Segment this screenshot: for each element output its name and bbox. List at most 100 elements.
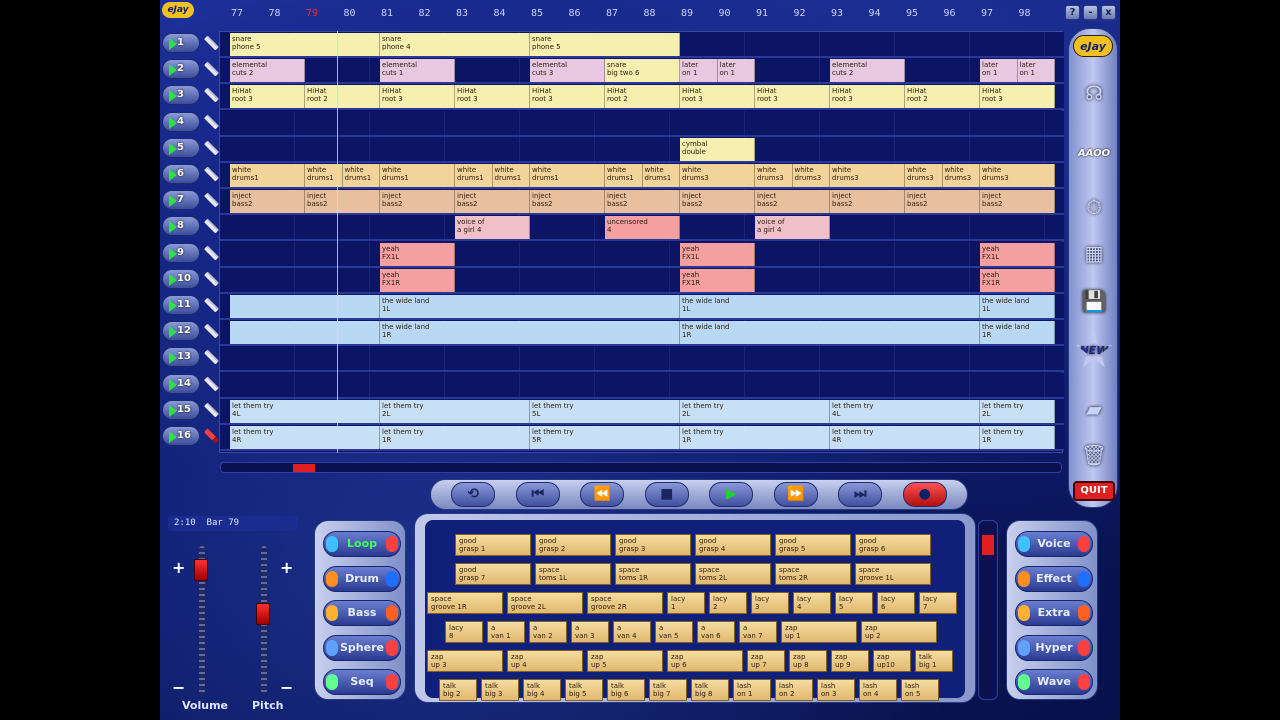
sample-item[interactable]: space toms 1R bbox=[615, 563, 691, 585]
bar-number[interactable]: 94 bbox=[865, 8, 885, 19]
sample-item[interactable]: zap up10 bbox=[873, 650, 911, 672]
stopwatch-icon[interactable]: ⏱ bbox=[1075, 189, 1113, 225]
bar-number[interactable]: 86 bbox=[565, 8, 585, 19]
sample-item[interactable]: lacy 8 bbox=[445, 621, 483, 643]
sample-item[interactable]: space toms 1L bbox=[535, 563, 611, 585]
track-lane[interactable] bbox=[220, 110, 1064, 137]
track-mute-button[interactable]: 9 bbox=[162, 242, 200, 263]
sample-item[interactable]: lacy 5 bbox=[835, 592, 873, 614]
bar-number[interactable]: 87 bbox=[602, 8, 622, 19]
track-lane[interactable]: the wide land 1L the wide land 1L the wide… bbox=[220, 294, 1064, 320]
sample-clip[interactable]: snare phone 4 bbox=[380, 33, 530, 56]
track-mute-button[interactable]: 11 bbox=[162, 295, 200, 315]
sample-clip[interactable] bbox=[230, 321, 380, 345]
category-voice-button[interactable]: Voice bbox=[1015, 531, 1093, 557]
track-lane[interactable]: let them try 4L let them try 2L let them t… bbox=[220, 398, 1064, 425]
category-drum-button[interactable]: Drum bbox=[323, 565, 401, 592]
sample-item[interactable]: lash on 1 bbox=[733, 679, 771, 701]
sample-clip[interactable]: let them try 1R bbox=[680, 426, 830, 449]
sample-item[interactable]: good grasp 6 bbox=[855, 534, 931, 556]
sample-clip[interactable]: white drums3 bbox=[942, 164, 980, 187]
sample-clip[interactable]: let them try 4R bbox=[830, 426, 980, 449]
record-button[interactable]: ● bbox=[902, 482, 947, 507]
sample-clip[interactable]: let them try 4L bbox=[830, 399, 980, 423]
sample-item[interactable]: zap up 2 bbox=[861, 621, 937, 643]
sample-clip[interactable]: white drums1 bbox=[455, 164, 493, 187]
bar-number[interactable]: 79 bbox=[302, 8, 322, 19]
aaoo-button[interactable]: AAOO bbox=[1075, 135, 1113, 171]
pencil-icon[interactable] bbox=[204, 166, 219, 182]
sample-item[interactable]: good grasp 2 bbox=[535, 534, 611, 556]
track-lane[interactable]: yeah FX1L yeah FX1L yeah FX1L bbox=[220, 241, 1064, 268]
sample-clip[interactable]: white drums3 bbox=[792, 164, 830, 187]
volume-knob[interactable] bbox=[194, 558, 208, 581]
sample-item[interactable]: space groove 1L bbox=[855, 563, 931, 585]
sample-item[interactable]: good grasp 1 bbox=[455, 534, 531, 556]
sample-clip[interactable]: inject bass2 bbox=[905, 190, 980, 214]
sample-clip[interactable]: elemental cuts 3 bbox=[530, 59, 605, 83]
pencil-icon[interactable] bbox=[204, 61, 219, 77]
track-mute-button[interactable]: 14 bbox=[162, 373, 200, 394]
sample-clip[interactable]: uncensored 4 bbox=[605, 216, 680, 240]
track-mute-button[interactable]: 10 bbox=[162, 268, 200, 289]
headset-icon[interactable]: ☊ bbox=[1075, 75, 1113, 111]
sample-clip[interactable]: HiHat root 2 bbox=[605, 85, 680, 109]
track-lane[interactable]: let them try 4R let them try 1R let them t… bbox=[220, 425, 1064, 451]
sample-clip[interactable]: HiHat root 2 bbox=[305, 85, 380, 109]
sample-item[interactable]: zap up 9 bbox=[831, 650, 869, 672]
bar-number[interactable]: 84 bbox=[490, 8, 510, 19]
loop-button[interactable]: ⟲ bbox=[451, 482, 496, 507]
arrangement-grid[interactable]: snare phone 5 snare phone 4 snare phone 5e… bbox=[219, 31, 1064, 453]
sample-clip[interactable]: inject bass2 bbox=[680, 190, 755, 214]
sample-item[interactable]: space toms 2L bbox=[695, 563, 771, 585]
sample-clip[interactable]: white drums1 bbox=[530, 164, 605, 187]
sample-item[interactable]: lash on 3 bbox=[817, 679, 855, 701]
sample-item[interactable]: lacy 3 bbox=[751, 592, 789, 614]
sample-clip[interactable]: later on 1 bbox=[680, 59, 718, 83]
sample-item[interactable]: space toms 2R bbox=[775, 563, 851, 585]
sample-item[interactable]: talk big 6 bbox=[607, 679, 645, 701]
sample-clip[interactable]: HiHat root 3 bbox=[530, 85, 605, 109]
mixer-icon[interactable]: ▦ bbox=[1075, 235, 1113, 271]
bar-number[interactable]: 82 bbox=[415, 8, 435, 19]
track-lane[interactable]: snare phone 5 snare phone 4 snare phone 5 bbox=[220, 32, 1064, 58]
sample-clip[interactable]: white drums3 bbox=[680, 164, 755, 187]
pencil-icon[interactable] bbox=[204, 297, 219, 313]
sample-item[interactable]: lacy 4 bbox=[793, 592, 831, 614]
sample-clip[interactable]: inject bass2 bbox=[980, 190, 1055, 214]
horizontal-scroll-thumb[interactable] bbox=[293, 464, 315, 472]
track-lane[interactable]: HiHat root 3 HiHat root 2 HiHat root 3 HiHa… bbox=[220, 84, 1064, 111]
sample-item[interactable]: a van 7 bbox=[739, 621, 777, 643]
sample-item[interactable]: a van 3 bbox=[571, 621, 609, 643]
pencil-icon[interactable] bbox=[204, 140, 219, 156]
pencil-icon[interactable] bbox=[204, 35, 219, 51]
rewind-button[interactable]: ⏪ bbox=[580, 482, 625, 507]
sample-clip[interactable]: cymbal double bbox=[680, 137, 755, 161]
bar-number[interactable]: 90 bbox=[715, 8, 735, 19]
sample-item[interactable]: space groove 2L bbox=[507, 592, 583, 614]
pencil-icon[interactable] bbox=[204, 87, 219, 103]
bar-number[interactable]: 92 bbox=[790, 8, 810, 19]
sample-item[interactable]: good grasp 4 bbox=[695, 534, 771, 556]
sample-clip[interactable]: white drums3 bbox=[830, 164, 905, 187]
pencil-icon[interactable] bbox=[204, 428, 219, 444]
pencil-icon[interactable] bbox=[204, 218, 219, 234]
track-mute-button[interactable]: 4 bbox=[162, 111, 200, 132]
sample-item[interactable]: lacy 2 bbox=[709, 592, 747, 614]
sample-clip[interactable]: let them try 2L bbox=[980, 399, 1055, 423]
track-lane[interactable]: the wide land 1R the wide land 1R the wide… bbox=[220, 320, 1064, 347]
sample-clip[interactable]: the wide land 1R bbox=[680, 321, 980, 345]
pencil-icon[interactable] bbox=[204, 402, 219, 418]
sample-clip[interactable]: white drums3 bbox=[755, 164, 793, 187]
sample-clip[interactable]: inject bass2 bbox=[230, 190, 305, 214]
track-lane[interactable]: white drums1 white drums1 white drums1 whit… bbox=[220, 163, 1064, 189]
sample-clip[interactable]: HiHat root 3 bbox=[455, 85, 530, 109]
sample-item[interactable]: zap up 5 bbox=[587, 650, 663, 672]
track-mute-button[interactable]: 6 bbox=[162, 164, 200, 184]
category-seq-button[interactable]: Seq bbox=[323, 669, 401, 695]
track-mute-button[interactable]: 1 bbox=[162, 33, 200, 53]
sample-clip[interactable]: elemental cuts 2 bbox=[830, 59, 905, 83]
sample-item[interactable]: zap up 8 bbox=[789, 650, 827, 672]
track-mute-button[interactable]: 15 bbox=[162, 399, 200, 420]
sample-item[interactable]: zap up 6 bbox=[667, 650, 743, 672]
